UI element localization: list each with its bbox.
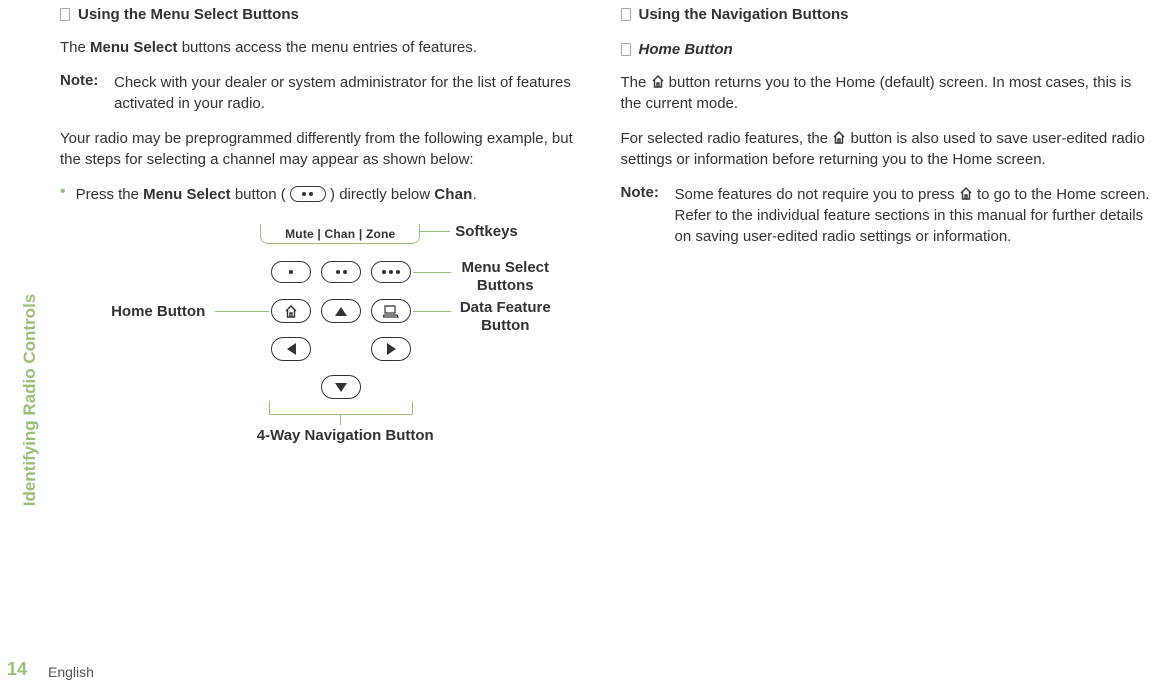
language-label: English <box>48 664 94 680</box>
nav-left-icon <box>271 337 311 361</box>
text: button ( <box>231 186 290 203</box>
page-icon <box>621 8 631 21</box>
menu-select-1-icon <box>271 261 311 283</box>
data-feature-label: Data Feature Button <box>455 299 555 335</box>
lead-line <box>420 231 450 233</box>
data-feature-button-icon <box>371 299 411 323</box>
bullet-body: Press the Menu Select button ( ) directl… <box>76 184 477 205</box>
side-rail: Identifying Radio Controls 14 <box>10 0 50 695</box>
text: buttons access the menu entries of featu… <box>178 39 477 56</box>
nav-right-icon <box>371 337 411 361</box>
text: The <box>60 39 90 56</box>
menu-select-row <box>271 261 411 283</box>
text: For selected radio features, the <box>621 130 833 147</box>
menu-select-two-dot-icon <box>290 186 326 202</box>
softkeys-label: Softkeys <box>455 223 518 240</box>
nav-down-icon <box>321 375 361 399</box>
bracket-line <box>269 401 413 415</box>
left-column: Using the Menu Select Buttons The Menu S… <box>60 0 591 459</box>
lead-line <box>413 272 451 273</box>
home-button-icon <box>271 299 311 323</box>
lead-line <box>340 415 341 425</box>
home-icon <box>832 131 846 144</box>
text: Some features do not require you to pres… <box>675 186 959 203</box>
text: button returns you to the Home (default)… <box>621 74 1132 112</box>
left-p1: The Menu Select buttons access the menu … <box>60 37 591 58</box>
note-label: Note: <box>621 184 663 247</box>
section-title-vertical: Identifying Radio Controls <box>20 294 40 507</box>
softkey-bar: Mute | Chan | Zone <box>260 224 420 244</box>
chan-text: Chan <box>434 186 472 203</box>
right-subheading-text: Home Button <box>639 41 733 58</box>
keypad-diagram: Mute | Chan | Zone Softkeys Menu Select … <box>95 219 555 459</box>
text: ) directly below <box>326 186 434 203</box>
note-body: Some features do not require you to pres… <box>675 184 1152 247</box>
right-p2: For selected radio features, the button … <box>621 128 1152 170</box>
menu-select-3-icon <box>371 261 411 283</box>
softkey-bar-text: Mute | Chan | Zone <box>285 227 395 241</box>
text: The <box>621 74 651 91</box>
text: Press the <box>76 186 144 203</box>
right-column: Using the Navigation Buttons Home Button… <box>621 0 1152 459</box>
left-note: Note: Check with your dealer or system a… <box>60 72 591 114</box>
page-number: 14 <box>7 659 27 680</box>
left-bullet: • Press the Menu Select button ( ) direc… <box>60 184 591 205</box>
content-columns: Using the Menu Select Buttons The Menu S… <box>60 0 1151 459</box>
home-button-label: Home Button <box>95 303 205 320</box>
text: Button <box>481 317 529 334</box>
home-icon <box>651 75 665 88</box>
text-bold: Menu Select <box>143 186 231 203</box>
page-icon <box>60 8 70 21</box>
right-p1: The button returns you to the Home (defa… <box>621 72 1152 114</box>
bullet-dot-icon: • <box>60 184 66 205</box>
text-bold: Menu Select <box>90 39 178 56</box>
right-heading: Using the Navigation Buttons <box>621 6 1152 23</box>
left-heading: Using the Menu Select Buttons <box>60 6 591 23</box>
home-icon <box>959 187 973 200</box>
text: Menu Select <box>461 259 549 276</box>
nav-button-label: 4-Way Navigation Button <box>245 427 445 444</box>
nav-up-icon <box>321 299 361 323</box>
text: Data Feature <box>460 299 551 316</box>
left-heading-text: Using the Menu Select Buttons <box>78 6 299 23</box>
right-note: Note: Some features do not require you t… <box>621 184 1152 247</box>
menu-select-2-icon <box>321 261 361 283</box>
lead-line <box>215 311 269 312</box>
menu-select-label: Menu Select Buttons <box>455 259 555 295</box>
right-subheading: Home Button <box>621 41 1152 58</box>
note-label: Note: <box>60 72 102 114</box>
text: Buttons <box>477 277 534 294</box>
text: . <box>473 186 477 203</box>
left-p2: Your radio may be preprogrammed differen… <box>60 128 591 170</box>
page-icon <box>621 43 631 56</box>
note-body: Check with your dealer or system adminis… <box>114 72 591 114</box>
lead-line <box>413 311 451 312</box>
right-heading-text: Using the Navigation Buttons <box>639 6 849 23</box>
